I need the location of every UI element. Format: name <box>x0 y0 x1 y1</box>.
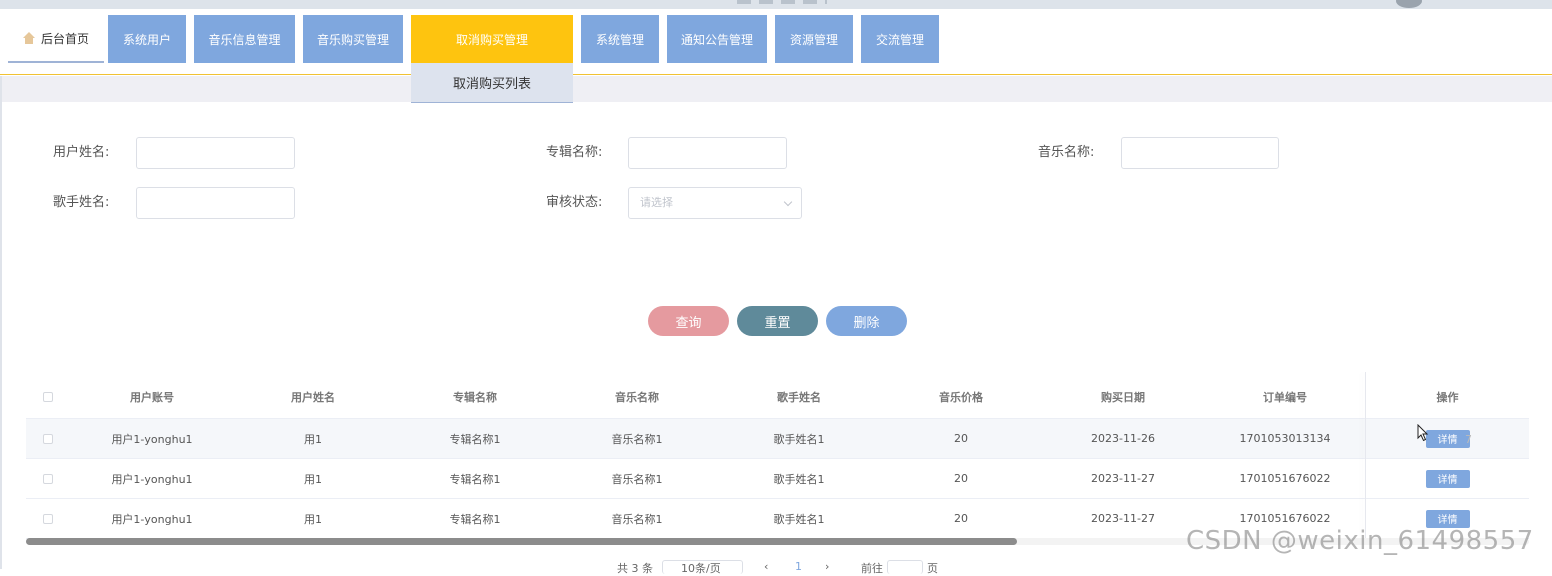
nav-music-info[interactable]: 音乐信息管理 <box>194 15 295 63</box>
header-music[interactable]: 音乐名称 <box>556 375 718 418</box>
left-border <box>0 76 2 569</box>
cell-account: 用户1-yonghu1 <box>111 472 193 486</box>
pager-goto-label: 前往 <box>861 562 883 575</box>
header-album[interactable]: 专辑名称 <box>394 375 556 418</box>
music-input[interactable] <box>1121 137 1279 169</box>
pager-size-label: 10条/页 <box>681 562 721 575</box>
cell-user-name: 用1 <box>304 472 322 486</box>
row-checkbox[interactable] <box>43 473 53 484</box>
header-order[interactable]: 订单编号 <box>1204 375 1366 418</box>
cell-price: 20 <box>954 472 968 485</box>
nav-cancel-purchase[interactable]: 取消购买管理 <box>411 15 573 63</box>
top-strip-marks <box>737 0 827 4</box>
status-label: 审核状态: <box>546 195 603 210</box>
cell-singer: 歌手姓名1 <box>773 472 825 486</box>
cell-actions: 详情 <box>1366 419 1529 458</box>
row-checkbox-cell <box>36 499 60 538</box>
header-user-name[interactable]: 用户姓名 <box>232 375 394 418</box>
cell-user-name: 用1 <box>304 512 322 526</box>
home-icon <box>22 32 35 44</box>
table-row[interactable]: 用户1-yonghu1 用1 专辑名称1 音乐名称1 歌手姓名1 20 2023… <box>26 459 1529 499</box>
cell-album: 专辑名称1 <box>449 512 501 526</box>
cell-music: 音乐名称1 <box>611 512 663 526</box>
nav-system-manage[interactable]: 系统管理 <box>581 15 659 63</box>
cell-account: 用户1-yonghu1 <box>111 512 193 526</box>
top-nav: 后台首页 系统用户 音乐信息管理 音乐购买管理 取消购买管理 系统管理 通知公告… <box>0 9 1552 75</box>
status-select[interactable]: 请选择 <box>628 187 802 219</box>
table-row[interactable]: 用户1-yonghu1 用1 专辑名称1 音乐名称1 歌手姓名1 20 2023… <box>26 419 1529 459</box>
status-placeholder: 请选择 <box>640 196 673 209</box>
singer-input[interactable] <box>136 187 295 219</box>
select-all-cell <box>36 375 60 418</box>
album-input[interactable] <box>628 137 787 169</box>
pager-unit-label: 页 <box>927 562 938 575</box>
nav-system-users[interactable]: 系统用户 <box>108 15 186 63</box>
fixed-column-divider <box>1365 372 1366 540</box>
user-name-label: 用户姓名: <box>53 145 110 160</box>
cell-date: 2023-11-27 <box>1091 512 1155 525</box>
header-price[interactable]: 音乐价格 <box>880 375 1042 418</box>
pager-page[interactable]: 1 <box>795 560 802 573</box>
cell-order: 1701051676022 <box>1239 472 1331 485</box>
horizontal-scrollbar[interactable] <box>26 538 1017 545</box>
table-header: 用户账号 用户姓名 专辑名称 音乐名称 歌手姓名 音乐价格 购买日期 订单编号 … <box>26 375 1529 419</box>
cell-account: 用户1-yonghu1 <box>111 432 193 446</box>
row-checkbox[interactable] <box>43 513 53 524</box>
reset-button[interactable]: 重置 <box>737 306 818 336</box>
detail-button[interactable]: 详情 <box>1425 509 1470 528</box>
header-singer[interactable]: 歌手姓名 <box>718 375 880 418</box>
pager-goto-input[interactable] <box>887 560 923 574</box>
nav-notice[interactable]: 通知公告管理 <box>667 15 767 63</box>
pager-next-icon[interactable]: › <box>825 560 829 573</box>
detail-button[interactable]: 详情 <box>1425 469 1470 488</box>
row-checkbox-cell <box>36 419 60 458</box>
detail-button[interactable]: 详情 <box>1425 429 1470 448</box>
cell-album: 专辑名称1 <box>449 432 501 446</box>
hidden-order-fragment: 7 <box>1465 433 1472 446</box>
cell-music: 音乐名称1 <box>611 432 663 446</box>
row-checkbox-cell <box>36 459 60 498</box>
pager-total: 共 3 条 <box>617 562 653 575</box>
cell-singer: 歌手姓名1 <box>773 432 825 446</box>
cell-singer: 歌手姓名1 <box>773 512 825 526</box>
cell-price: 20 <box>954 432 968 445</box>
nav-exchange[interactable]: 交流管理 <box>861 15 939 63</box>
cell-actions: 详情 <box>1366 459 1529 498</box>
nav-home-label: 后台首页 <box>40 31 89 46</box>
cell-order: 1701053013134 <box>1239 432 1331 445</box>
album-label: 专辑名称: <box>546 145 603 160</box>
nav-home[interactable]: 后台首页 <box>8 15 104 63</box>
window-top-strip <box>0 0 1552 9</box>
cell-price: 20 <box>954 512 968 525</box>
chevron-down-icon <box>783 197 793 207</box>
mouse-cursor-icon <box>1417 424 1429 442</box>
cell-user-name: 用1 <box>304 432 322 446</box>
submenu-cancel-list[interactable]: 取消购买列表 <box>411 63 573 103</box>
header-account[interactable]: 用户账号 <box>72 375 232 418</box>
pager-prev-icon[interactable]: ‹ <box>764 560 768 573</box>
header-date[interactable]: 购买日期 <box>1042 375 1204 418</box>
watermark: CSDN @weixin_61498557 <box>1186 526 1534 556</box>
delete-button[interactable]: 删除 <box>826 306 907 336</box>
cell-date: 2023-11-26 <box>1091 432 1155 445</box>
cell-music: 音乐名称1 <box>611 472 663 486</box>
row-checkbox[interactable] <box>43 433 53 444</box>
select-all-checkbox[interactable] <box>43 391 53 402</box>
music-label: 音乐名称: <box>1038 145 1095 160</box>
avatar[interactable] <box>1396 0 1422 8</box>
query-button[interactable]: 查询 <box>648 306 729 336</box>
cell-album: 专辑名称1 <box>449 472 501 486</box>
nav-music-purchase[interactable]: 音乐购买管理 <box>303 15 403 63</box>
header-actions: 操作 <box>1436 390 1459 404</box>
content-header-bar <box>0 76 1552 102</box>
user-name-input[interactable] <box>136 137 295 169</box>
nav-resources[interactable]: 资源管理 <box>775 15 853 63</box>
cell-date: 2023-11-27 <box>1091 472 1155 485</box>
singer-label: 歌手姓名: <box>53 195 110 210</box>
